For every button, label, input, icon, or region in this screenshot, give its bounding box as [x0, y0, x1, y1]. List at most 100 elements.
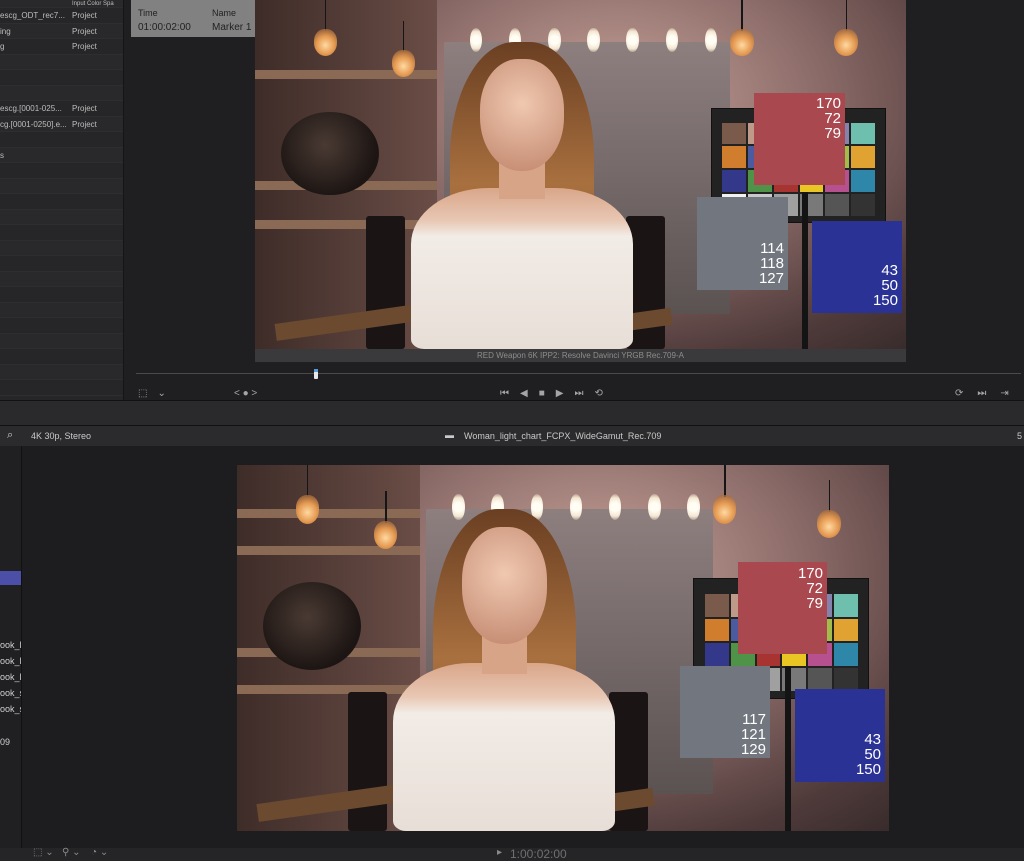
frame-select-icon[interactable]: ⬚	[138, 388, 147, 399]
stop-icon[interactable]: ■	[539, 388, 545, 399]
search-icon[interactable]: ⌕	[7, 429, 13, 442]
media-pool-row[interactable]	[0, 85, 123, 101]
media-pool-row[interactable]	[0, 333, 123, 349]
match-frame-icon[interactable]: ⟳	[955, 388, 963, 399]
hanging-bulb	[391, 20, 416, 77]
marker-time-value: 01:00:02:00	[138, 22, 191, 33]
woman-body	[411, 188, 633, 349]
browser-item[interactable]: ook_l	[0, 672, 21, 682]
diving-helmet	[281, 111, 379, 196]
play-icon[interactable]: ▶	[556, 388, 564, 399]
play-reverse-icon[interactable]: ◀	[520, 388, 528, 399]
play-icon[interactable]: ▸	[497, 847, 502, 858]
playhead[interactable]	[314, 369, 318, 379]
column-header-input-color-space[interactable]: Input Color Spa	[72, 0, 114, 8]
shelf	[237, 684, 420, 694]
hanging-bulb	[295, 465, 320, 524]
media-pool-row[interactable]	[0, 364, 123, 380]
checker-tile	[834, 593, 858, 617]
media-pool-row[interactable]	[0, 380, 123, 396]
media-pool-row[interactable]: s	[0, 147, 123, 163]
go-to-end-icon[interactable]: ⇥	[1000, 388, 1008, 399]
browser-item[interactable]: 09	[0, 737, 10, 747]
checker-tile	[722, 122, 746, 145]
checker-tile	[851, 122, 876, 145]
timeline-scrubber[interactable]	[124, 369, 1024, 379]
media-pool-row[interactable]: escg.[0001-025... Project	[0, 101, 123, 117]
woman-face	[461, 527, 547, 645]
browser-item[interactable]: ook_l	[0, 656, 21, 666]
input-color-space: Project	[72, 119, 97, 129]
checker-tile	[834, 668, 858, 692]
panel-separator	[0, 400, 1024, 426]
media-pool-row[interactable]	[0, 194, 123, 210]
media-pool-row[interactable]	[0, 287, 123, 303]
viewer-left-tools: ⬚ ⌄	[138, 385, 166, 401]
input-color-space: Project	[72, 26, 97, 36]
skip-end-icon[interactable]: ⏭	[574, 388, 583, 399]
media-pool-row[interactable]	[0, 302, 123, 318]
checker-tile	[704, 643, 729, 667]
clip-name: s	[0, 150, 4, 160]
hanging-bulb	[834, 0, 858, 56]
media-pool-row[interactable]: escg_ODT_rec7... Project	[0, 8, 123, 24]
browser-item[interactable]: ook_s	[0, 688, 21, 698]
fcpx-video-frame[interactable]: 170 72 79 117 121 129 43 50 150	[237, 465, 889, 831]
checker-tile	[704, 593, 729, 617]
sample-patch-red: 170 72 79	[754, 93, 845, 185]
media-pool-list[interactable]: Input Color Spa escg_ODT_rec7... Project i…	[0, 0, 124, 400]
media-pool-row[interactable]	[0, 349, 123, 365]
media-pool-row[interactable]	[0, 178, 123, 194]
selected-item-highlight[interactable]	[0, 571, 21, 585]
clip-name: cg.[0001-0250].e...	[0, 119, 66, 129]
media-pool-row[interactable]	[0, 256, 123, 272]
checker-tile	[808, 668, 833, 692]
input-color-space: Project	[72, 11, 97, 20]
media-pool-row[interactable]	[0, 209, 123, 225]
media-pool-row[interactable]: cg.[0001-0250].e... Project	[0, 116, 123, 132]
media-pool-row[interactable]	[0, 70, 123, 86]
media-pool-row[interactable]	[0, 132, 123, 148]
woman-body	[393, 662, 616, 831]
viewer-header: ⌕ 4K 30p, Stereo ▬ Woman_light_chart_FCP…	[0, 426, 1024, 446]
light-stand	[784, 666, 791, 831]
media-pool-row[interactable]	[0, 240, 123, 256]
speed-icon[interactable]: ◔ ⌄	[91, 847, 108, 858]
magic-wand-icon[interactable]: ⚲ ⌄	[62, 847, 80, 858]
chevron-down-icon[interactable]: ⌄	[157, 388, 165, 399]
media-pool-row[interactable]	[0, 271, 123, 287]
chair	[347, 691, 387, 831]
media-pool-row[interactable]: g Project	[0, 39, 123, 55]
zoom-fragment[interactable]: 5	[1017, 431, 1022, 441]
list-header: Input Color Spa	[0, 0, 123, 8]
scrubber-track[interactable]	[136, 373, 1021, 374]
next-edit-icon[interactable]: ⏭	[977, 388, 986, 399]
resolve-video-frame[interactable]: 170 72 79 114 118 127 43 50 150	[255, 0, 906, 349]
media-pool-row[interactable]	[0, 163, 123, 179]
checker-tile	[722, 146, 746, 169]
media-pool-row[interactable]	[0, 225, 123, 241]
browser-sidebar[interactable]: ook_l ook_l ook_l ook_s ook_s 09	[0, 446, 22, 861]
clip-name: ing	[0, 26, 11, 36]
transform-icon[interactable]: ⬚ ⌄	[33, 847, 54, 858]
sample-patch-gray: 117 121 129	[680, 666, 770, 758]
hanging-bulb	[817, 479, 841, 539]
media-pool-row[interactable]	[0, 318, 123, 334]
marker-name-label: Name	[212, 8, 237, 18]
hanging-bulb	[730, 0, 754, 56]
loop-icon[interactable]: ⟲	[594, 388, 602, 399]
skip-start-icon[interactable]: ⏮	[500, 388, 509, 399]
browser-item[interactable]: ook_s	[0, 704, 21, 714]
browser-item[interactable]: ook_l	[0, 640, 21, 650]
input-color-space: Project	[72, 104, 97, 113]
checker-tile	[834, 618, 858, 642]
clip-name: escg.[0001-025...	[0, 104, 62, 113]
media-pool-row[interactable]	[0, 54, 123, 70]
timecode-display[interactable]: 1:00:02:00	[510, 847, 567, 861]
marker-nav-buttons[interactable]: < ● >	[234, 388, 257, 399]
marker-navigation: < ● >	[234, 385, 257, 401]
media-pool-row[interactable]: ing Project	[0, 23, 123, 39]
light-stand	[801, 191, 808, 349]
checker-tile	[704, 618, 729, 642]
checker-tile	[851, 170, 876, 192]
